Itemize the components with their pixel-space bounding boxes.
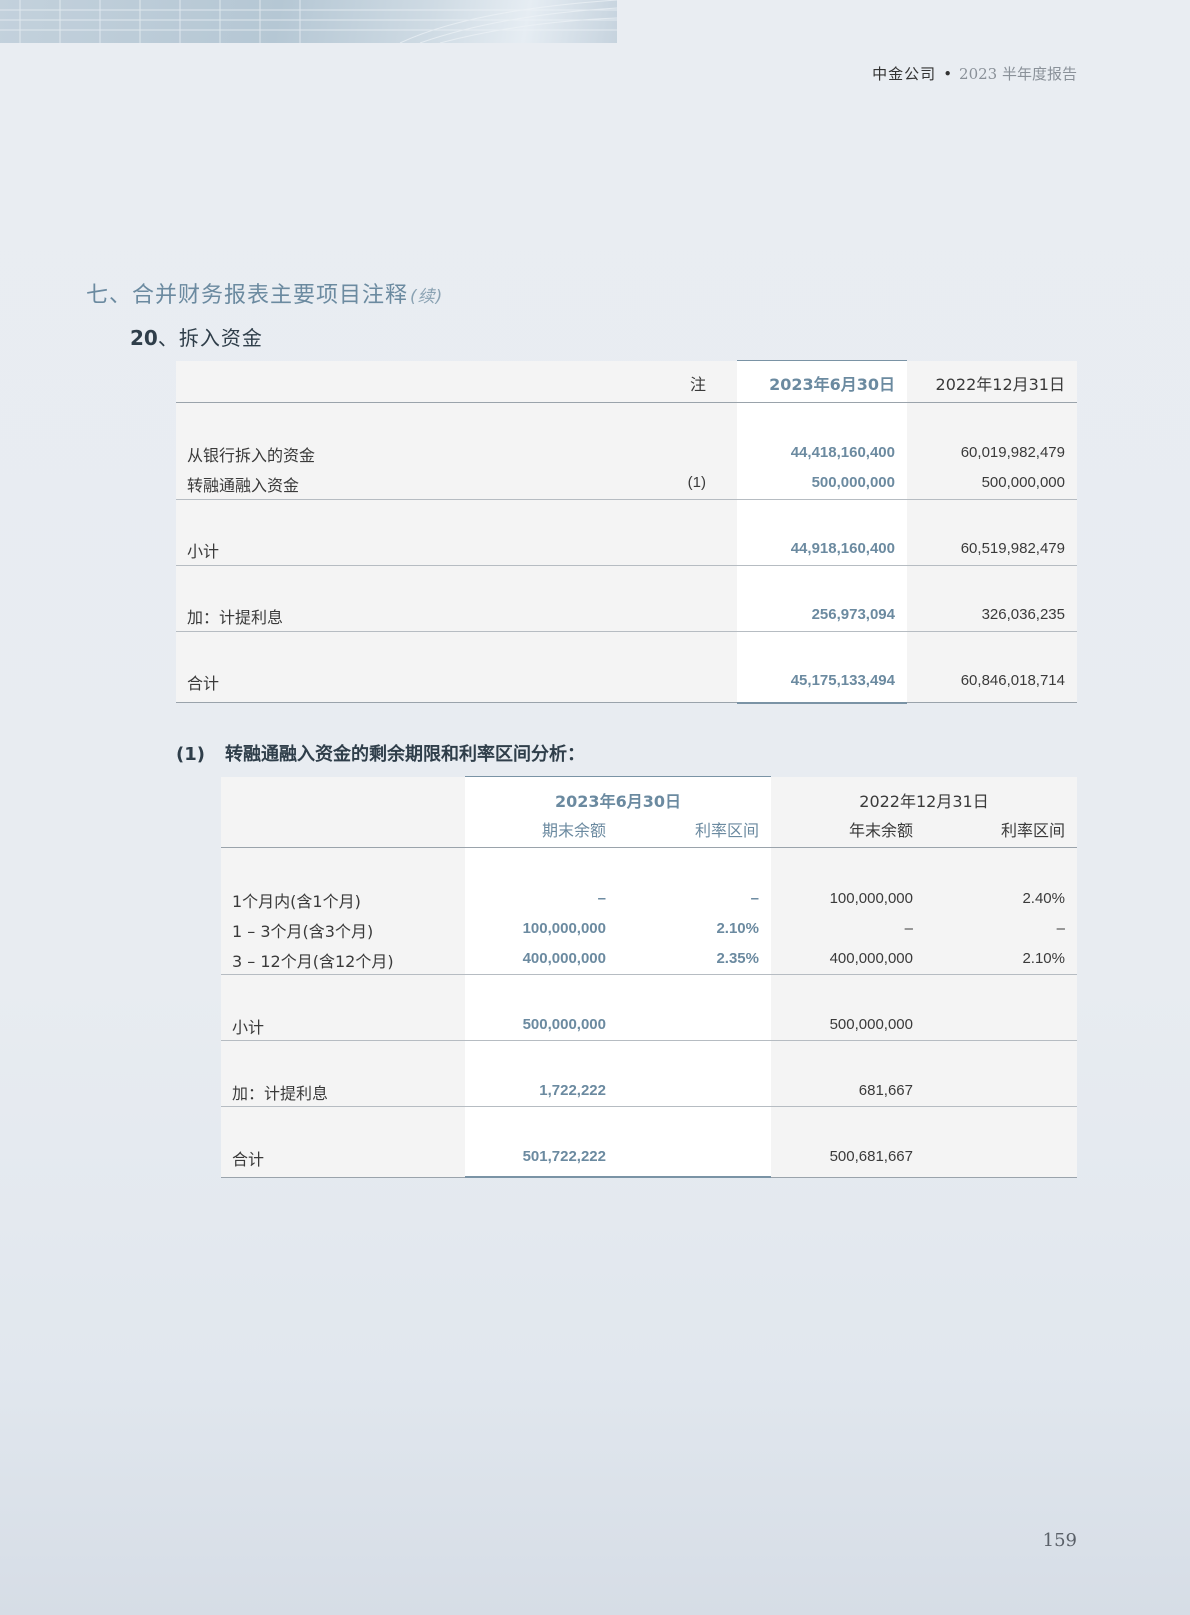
note1-number: (1) [176,744,205,765]
report-name: 2023 半年度报告 [959,65,1077,83]
table1-row-label: 合计 [187,674,220,693]
table1-bg-left [176,361,737,703]
table1-top-rule [737,360,907,361]
table1-row-label: 加：计提利息 [187,608,284,627]
table2-header-prior-rate: 利率区间 [1000,821,1065,840]
table2-header-current: 2023年6月30日 [555,792,681,811]
table2-row-prior-balance: 681,667 [858,1082,913,1099]
table1-divider [176,499,1077,500]
table2-current-bottom-rule [465,1176,771,1178]
page-number: 159 [1042,1530,1077,1551]
table2-row-prior-rate: 2.40% [1022,890,1065,907]
banner-pattern [0,0,617,43]
table1-current-column-bg [737,361,907,703]
table1-row-current: 44,918,160,400 [790,540,895,557]
table2-header-prior: 2022年12月31日 [859,792,989,811]
table2-row-label: 合计 [232,1150,265,1169]
table1-header-current: 2023年6月30日 [769,375,895,394]
company-name: 中金公司 [872,65,937,83]
table2-row-label: 1 – 3个月(含3个月) [232,922,374,941]
note1-title-text: 转融通融入资金的剩余期限和利率区间分析： [224,744,585,765]
table1-row-prior: 60,519,982,479 [960,540,1065,557]
table2-row-current-balance: 100,000,000 [522,920,606,937]
table1-divider [176,631,1077,632]
table2-divider [221,1106,1077,1107]
table1-row-current: 256,973,094 [811,606,895,623]
table1-row-current: 500,000,000 [811,474,895,491]
table2-row-current-balance: 1,722,222 [539,1082,606,1099]
table2-row-current-rate: 2.35% [716,950,759,967]
table2-row-label: 1个月内(含1个月) [232,892,361,911]
table1-row-prior: 326,036,235 [981,606,1065,623]
subsection-title-text: 、拆入资金 [157,326,263,350]
table1-row-label: 小计 [187,542,220,561]
table2-divider [221,1040,1077,1041]
table1-header-prior: 2022年12月31日 [935,375,1065,394]
table2-top-rule [465,776,771,777]
subsection-number: 20 [130,326,158,350]
table2-row-label: 小计 [232,1018,265,1037]
table1-row-prior: 500,000,000 [981,474,1065,491]
table2-row-prior-balance: 400,000,000 [829,950,913,967]
table1-row-prior: 60,846,018,714 [960,672,1065,689]
table2-divider [221,974,1077,975]
table2-row-current-balance: 500,000,000 [522,1016,606,1033]
table1-row-note: (1) [687,474,706,491]
table2-header-current-balance: 期末余额 [541,821,606,840]
table2-row-current-balance: – [597,890,606,907]
table2-row-current-balance: 400,000,000 [522,950,606,967]
table2-row-current-rate: – [750,890,759,907]
table2-row-current-balance: 501,722,222 [522,1148,606,1165]
running-header: 中金公司 • 2023 半年度报告 [872,63,1077,84]
table2-row-prior-balance: 100,000,000 [829,890,913,907]
table2-header-prior-balance: 年末余额 [848,821,913,840]
table2-row-prior-balance: 500,000,000 [829,1016,913,1033]
table1-row-label: 从银行拆入的资金 [187,446,316,465]
table2-bg-left [221,777,465,1177]
table2-row-current-rate: 2.10% [716,920,759,937]
table1-bg-right [907,361,1077,703]
note1-title: (1) 转融通融入资金的剩余期限和利率区间分析： [176,740,585,766]
table2-header-current-rate: 利率区间 [694,821,759,840]
header-banner-image [0,0,617,43]
table2-header-rule [221,847,1077,848]
table2-row-prior-rate: 2.10% [1022,950,1065,967]
table1-row-label: 转融通融入资金 [187,476,300,495]
table2-row-label: 3 – 12个月(含12个月) [232,952,394,971]
section-title-text: 七、合并财务报表主要项目注释 [86,283,409,308]
table1-row-current: 45,175,133,494 [790,672,895,689]
table2-row-prior-rate: – [1056,920,1065,937]
table1-divider [176,565,1077,566]
table1-bottom-rule [176,702,1077,703]
table1-current-bottom-rule [737,702,907,704]
separator-dot: • [943,65,953,83]
table2-row-prior-balance: – [904,920,913,937]
table2-row-label: 加：计提利息 [232,1084,329,1103]
continued-label: (续) [410,287,444,307]
table1-header-rule [176,402,1077,403]
table1-row-current: 44,418,160,400 [790,444,895,461]
table1-header-note: 注 [689,375,706,394]
table1-row-prior: 60,019,982,479 [960,444,1065,461]
subsection-title: 20、拆入资金 [130,322,263,351]
table2-row-prior-balance: 500,681,667 [829,1148,913,1165]
section-title: 七、合并财务报表主要项目注释 (续) [86,277,443,309]
